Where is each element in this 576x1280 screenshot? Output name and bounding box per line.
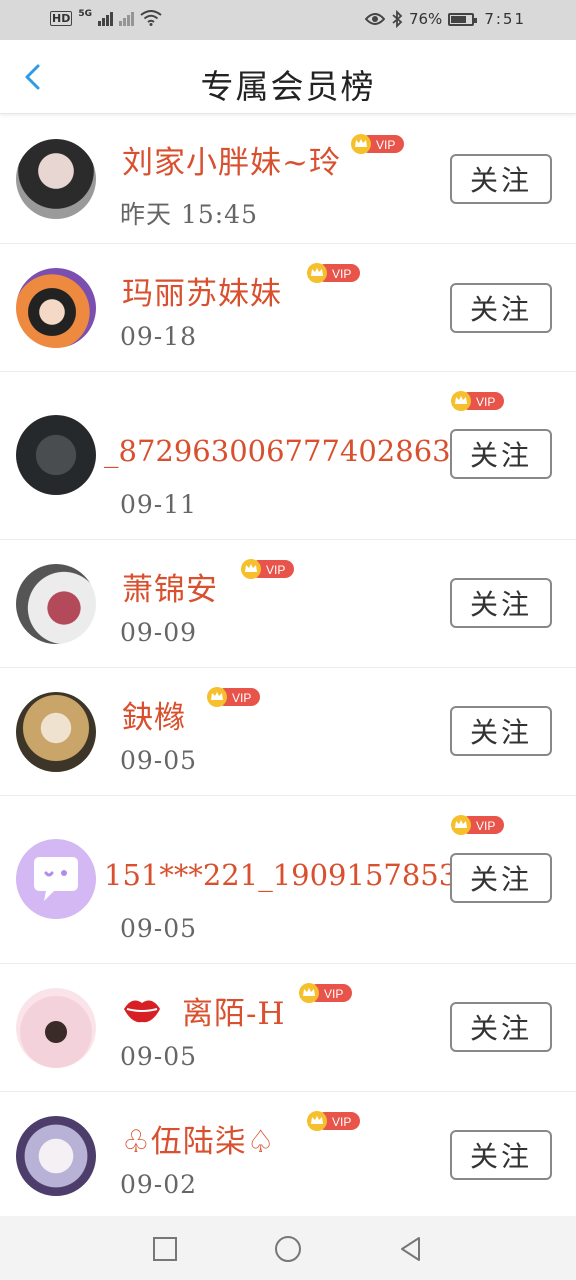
wifi-icon — [140, 10, 162, 26]
status-right: 76% 7:51 — [364, 10, 526, 28]
recents-square-icon[interactable] — [150, 1234, 180, 1264]
vip-label: VIP — [324, 987, 343, 1001]
home-circle-icon[interactable] — [273, 1234, 303, 1264]
eye-icon — [364, 13, 385, 25]
member-list: 刘家小胖妹~玲 VIP 昨天 15:45 关注 玛丽苏妹妹 VIP 09-18 … — [0, 115, 576, 1220]
network-type: 5G — [78, 9, 92, 19]
vip-badge-icon: VIP — [241, 559, 294, 579]
vip-badge-icon: VIP — [207, 687, 260, 707]
avatar[interactable] — [16, 1116, 96, 1196]
member-name[interactable]: ♧伍陆柒♤ — [122, 1116, 276, 1161]
signal-2-icon — [119, 10, 134, 26]
vip-label: VIP — [476, 819, 495, 833]
follow-button[interactable]: 关注 — [450, 429, 552, 479]
vip-label: VIP — [376, 138, 395, 152]
battery-icon — [448, 12, 478, 26]
member-name[interactable]: _872963006777402863​9 — [104, 434, 469, 468]
avatar[interactable] — [16, 692, 96, 772]
vip-label: VIP — [476, 395, 495, 409]
avatar[interactable] — [16, 839, 96, 919]
follow-button[interactable]: 关注 — [450, 706, 552, 756]
vip-badge-icon: VIP — [351, 134, 404, 154]
app-header: 专属会员榜 — [0, 40, 576, 114]
member-date: 09-09 — [120, 618, 198, 647]
avatar[interactable] — [16, 268, 96, 348]
member-name[interactable]: 151***221_1909157853 — [104, 858, 457, 892]
member-date: 09-02 — [120, 1170, 198, 1199]
follow-button[interactable]: 关注 — [450, 283, 552, 333]
avatar[interactable] — [16, 139, 96, 219]
bluetooth-icon — [392, 10, 403, 28]
follow-button[interactable]: 关注 — [450, 1130, 552, 1180]
member-name[interactable]: 萧锦安 — [122, 564, 218, 609]
status-bar: HD 5G 76% 7:51 — [0, 0, 576, 40]
list-item[interactable]: 刘家小胖妹~玲 VIP 昨天 15:45 关注 — [0, 115, 576, 244]
avatar[interactable] — [16, 415, 96, 495]
status-left: HD 5G — [50, 9, 162, 26]
member-date: 09-05 — [120, 1042, 198, 1071]
list-item[interactable]: 玛丽苏妹妹 VIP 09-18 关注 — [0, 244, 576, 372]
list-item[interactable]: 萧锦安 VIP 09-09 关注 — [0, 540, 576, 668]
back-triangle-icon[interactable] — [396, 1234, 426, 1264]
list-item[interactable]: VIP 151***221_1909157853 09-05 关注 — [0, 796, 576, 964]
follow-button[interactable]: 关注 — [450, 578, 552, 628]
vip-badge-icon: VIP — [307, 263, 360, 283]
hd-icon: HD — [50, 10, 73, 26]
member-name[interactable]: 玛丽苏妹妹 — [122, 268, 282, 313]
follow-button[interactable]: 关注 — [450, 853, 552, 903]
list-item[interactable]: 鈌橼 VIP 09-05 关注 — [0, 668, 576, 796]
vip-badge-icon: VIP — [299, 983, 352, 1003]
vip-label: VIP — [232, 691, 251, 705]
page-title: 专属会员榜 — [200, 67, 376, 106]
list-item[interactable]: ♧伍陆柒♤ VIP 09-02 关注 — [0, 1092, 576, 1220]
member-date: 09-05 — [120, 746, 198, 775]
member-date: 09-05 — [120, 914, 198, 943]
vip-badge-icon: VIP — [451, 815, 504, 835]
signal-icon — [98, 10, 113, 26]
vip-badge-icon: VIP — [451, 391, 504, 411]
avatar[interactable] — [16, 988, 96, 1068]
vip-badge-icon: VIP — [307, 1111, 360, 1131]
follow-button[interactable]: 关注 — [450, 1002, 552, 1052]
member-name[interactable]: 离陌-H — [182, 988, 286, 1033]
battery-percent: 76% — [408, 10, 443, 28]
member-date: 09-11 — [120, 490, 198, 519]
list-item[interactable]: VIP _872963006777402863​9 09-11 关注 — [0, 372, 576, 540]
avatar[interactable] — [16, 564, 96, 644]
follow-button[interactable]: 关注 — [450, 154, 552, 204]
battery-fill — [451, 15, 467, 23]
vip-label: VIP — [266, 563, 285, 577]
lips-icon — [124, 1000, 160, 1023]
chat-bubble-icon — [34, 857, 78, 901]
member-date: 09-18 — [120, 322, 198, 351]
vip-label: VIP — [332, 267, 351, 281]
member-name[interactable]: 刘家小胖妹~玲 — [122, 137, 341, 182]
clock: 7:51 — [484, 10, 526, 28]
system-nav-bar — [0, 1216, 576, 1280]
list-item[interactable]: 离陌-H VIP 09-05 关注 — [0, 964, 576, 1092]
vip-label: VIP — [332, 1115, 351, 1129]
member-name[interactable]: 鈌橼 — [122, 692, 186, 737]
member-date: 昨天 15:45 — [120, 200, 258, 229]
